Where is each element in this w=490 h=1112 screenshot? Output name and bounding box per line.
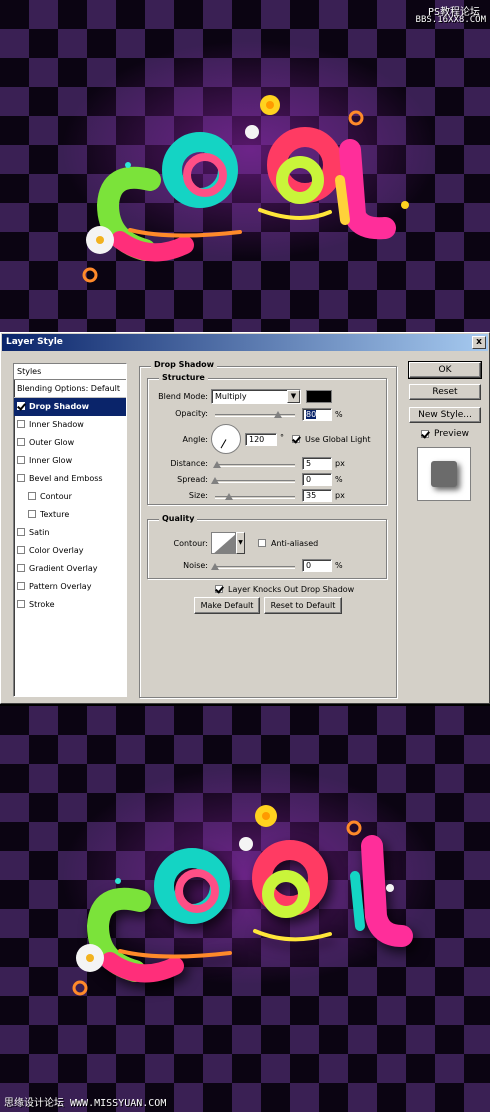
preview-label: Preview [434,429,470,439]
noise-input[interactable]: 0 [302,559,332,572]
reset-button[interactable]: Reset [409,384,481,400]
spread-unit: % [335,475,343,484]
style-inner-glow[interactable]: Inner Glow [14,452,126,470]
size-unit: px [335,491,345,500]
style-inner-shadow[interactable]: Inner Shadow [14,416,126,434]
style-drop-shadow[interactable]: Drop Shadow [14,398,126,416]
artwork-after: 思缘设计论坛 WWW.MISSYUAN.COM [0,706,490,1112]
gradient-overlay-checkbox[interactable] [17,564,25,572]
make-default-button[interactable]: Make Default [194,597,260,614]
contour-curve-icon [214,534,235,553]
knockout-label: Layer Knocks Out Drop Shadow [228,585,355,594]
style-texture[interactable]: Texture [14,506,126,524]
distance-unit: px [335,459,345,468]
dialog-titlebar: Layer Style x [2,334,488,351]
noise-unit: % [335,561,343,570]
size-slider-thumb[interactable] [225,493,233,500]
opacity-slider-thumb[interactable] [274,411,282,418]
color-overlay-checkbox[interactable] [17,546,25,554]
spread-slider-thumb[interactable] [211,477,219,484]
anti-aliased-checkbox[interactable] [258,539,266,547]
blend-mode-select[interactable]: Multiply ▼ [211,389,301,404]
quality-title: Quality [159,514,198,523]
spread-input[interactable]: 0 [302,473,332,486]
quality-group [147,519,387,579]
distance-slider[interactable] [213,461,295,468]
styles-list: Styles Blending Options: Default Drop Sh… [13,363,127,697]
style-gradient-overlay[interactable]: Gradient Overlay [14,560,126,578]
shadow-color-swatch[interactable] [306,390,332,403]
anti-aliased-label: Anti-aliased [271,539,319,548]
opacity-slider[interactable] [215,411,295,418]
ok-button[interactable]: OK [408,361,482,379]
style-contour[interactable]: Contour [14,488,126,506]
style-pattern-overlay[interactable]: Pattern Overlay [14,578,126,596]
distance-slider-thumb[interactable] [213,461,221,468]
angle-unit: ° [280,433,284,442]
angle-dial-hand [220,439,227,449]
opacity-label: Opacity: [175,409,208,418]
dialog-title: Layer Style [6,337,63,347]
artwork-before: PS教程论坛 BBS.16XX8.COM [0,0,490,332]
style-preview [417,447,471,501]
knockout-checkbox[interactable] [215,585,223,593]
outer-glow-checkbox[interactable] [17,438,25,446]
contour-dropdown[interactable]: ▼ [236,532,245,554]
texture-checkbox[interactable] [28,510,36,518]
noise-label: Noise: [183,561,208,570]
watermark-bottom: 思缘设计论坛 WWW.MISSYUAN.COM [4,1098,167,1109]
inner-shadow-checkbox[interactable] [17,420,25,428]
style-blending-options[interactable]: Blending Options: Default [14,380,126,398]
style-bevel-emboss[interactable]: Bevel and Emboss [14,470,126,488]
style-stroke[interactable]: Stroke [14,596,126,614]
satin-checkbox[interactable] [17,528,25,536]
bevel-emboss-checkbox[interactable] [17,474,25,482]
distance-input[interactable]: 5 [302,457,332,470]
size-label: Size: [188,491,208,500]
close-button[interactable]: x [472,336,486,349]
new-style-button[interactable]: New Style... [409,407,481,423]
contour-label: Contour: [173,539,209,548]
styles-header[interactable]: Styles [14,364,126,380]
style-satin[interactable]: Satin [14,524,126,542]
angle-input[interactable]: 120 [245,433,277,446]
style-color-overlay[interactable]: Color Overlay [14,542,126,560]
size-slider[interactable] [215,493,295,500]
drop-shadow-title: Drop Shadow [151,360,218,369]
use-global-light-label: Use Global Light [305,435,371,444]
size-input[interactable]: 35 [302,489,332,502]
preview-checkbox[interactable] [421,430,429,438]
distance-label: Distance: [170,459,208,468]
watermark-top-sub: BBS.16XX8.COM [415,15,486,25]
reset-to-default-button[interactable]: Reset to Default [264,597,342,614]
opacity-unit: % [335,410,343,419]
cool-lettering-art-shadow [72,805,413,996]
blend-mode-label: Blend Mode: [158,392,208,401]
chevron-down-icon: ▼ [287,390,300,403]
cool-lettering-art [82,95,409,283]
drop-shadow-checkbox[interactable] [17,402,25,410]
inner-glow-checkbox[interactable] [17,456,25,464]
contour-preview[interactable] [211,532,236,554]
spread-slider[interactable] [211,477,295,484]
style-outer-glow[interactable]: Outer Glow [14,434,126,452]
contour-checkbox[interactable] [28,492,36,500]
layer-style-dialog: Layer Style x Styles Blending Options: D… [0,332,490,704]
pattern-overlay-checkbox[interactable] [17,582,25,590]
noise-slider[interactable] [211,563,295,570]
structure-title: Structure [159,373,208,382]
flower-yellow [260,95,280,115]
angle-dial[interactable] [211,424,241,454]
use-global-light-checkbox[interactable] [292,435,300,443]
stroke-checkbox[interactable] [17,600,25,608]
spread-label: Spread: [177,475,208,484]
opacity-input[interactable]: 80 [302,408,332,421]
angle-label: Angle: [182,435,208,444]
preview-swatch [431,461,457,487]
noise-slider-thumb[interactable] [211,563,219,570]
